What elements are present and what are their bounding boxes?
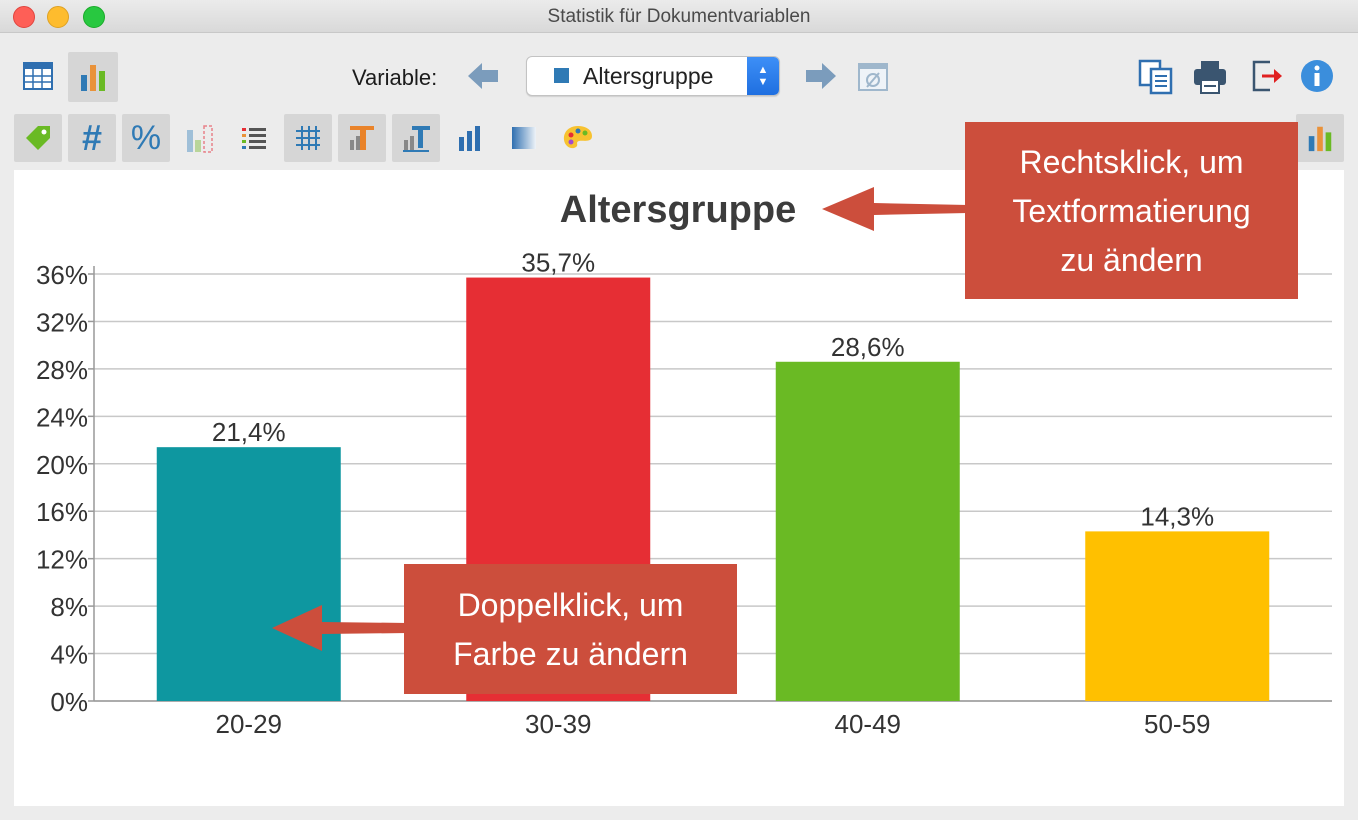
gradient-icon [512, 127, 536, 149]
bar-value-label: 14,3% [1140, 501, 1214, 531]
show-percent-button[interactable]: % [122, 114, 170, 162]
y-tick-label: 36% [36, 260, 88, 290]
gridlines-button[interactable] [284, 114, 332, 162]
table-view-button[interactable] [14, 52, 62, 100]
chevron-up-icon: ▲ [757, 64, 769, 76]
select-stepper-icon[interactable]: ▲ ▼ [747, 57, 779, 95]
palette-icon [563, 126, 592, 149]
x-tick-label: 20-29 [216, 709, 283, 739]
color-palette-button[interactable] [554, 114, 602, 162]
missing-values-button[interactable] [176, 114, 224, 162]
callout-line: Rechtsklick, um [1019, 144, 1244, 180]
title-format-icon [350, 126, 374, 150]
next-variable-icon[interactable] [804, 60, 838, 92]
show-counts-button[interactable]: # [68, 114, 116, 162]
y-tick-label: 28% [36, 355, 88, 385]
print-icon[interactable] [1192, 58, 1228, 96]
bar-value-label: 35,7% [521, 248, 595, 278]
percent-icon: % [130, 118, 162, 157]
list-icon [242, 128, 266, 149]
gradient-button[interactable] [500, 114, 548, 162]
previous-variable-icon[interactable] [466, 60, 500, 92]
variable-label: Variable: [352, 65, 438, 90]
copy-icon[interactable] [1137, 58, 1175, 96]
bar-20-29[interactable] [156, 447, 341, 701]
no-filter-icon[interactable] [857, 60, 889, 92]
export-icon[interactable] [1250, 58, 1284, 94]
title-format-button[interactable] [338, 114, 386, 162]
y-tick-label: 24% [36, 402, 88, 432]
chevron-down-icon: ▼ [757, 76, 769, 88]
x-tick-label: 30-39 [525, 709, 592, 739]
y-tick-label: 0% [50, 687, 88, 717]
y-tick-label: 20% [36, 450, 88, 480]
bar-missing-icon [187, 125, 213, 153]
title-pointer-arrow [822, 187, 968, 231]
right-click-callout: Rechtsklick, um Textformatierung zu ände… [965, 122, 1298, 299]
chart-view-icon [81, 65, 105, 91]
legend-button[interactable] [230, 114, 278, 162]
variable-select-value: Altersgruppe [583, 63, 714, 89]
table-view-icon [23, 62, 53, 90]
y-tick-label: 8% [50, 592, 88, 622]
callout-line: Doppelklick, um [457, 587, 684, 623]
title-bar[interactable]: Statistik für Dokumentvariablen [0, 0, 1358, 33]
bar-value-label: 21,4% [212, 417, 286, 447]
info-icon[interactable] [1300, 59, 1334, 93]
callout-line: zu ändern [1060, 242, 1203, 278]
hash-icon: # [81, 117, 103, 158]
y-tick-label: 32% [36, 307, 88, 337]
x-tick-label: 40-49 [835, 709, 902, 739]
grid-icon [296, 126, 320, 150]
x-tick-label: 50-59 [1144, 709, 1211, 739]
chart-view-icon [1308, 126, 1332, 152]
y-tick-label: 4% [50, 640, 88, 670]
label-format-icon [403, 126, 430, 152]
variable-color-swatch [554, 68, 569, 83]
value-labels-button[interactable] [14, 114, 62, 162]
window-title: Statistik für Dokumentvariablen [547, 6, 811, 27]
chart-type-button[interactable] [446, 114, 494, 162]
double-click-callout: Doppelklick, um Farbe zu ändern [404, 564, 737, 694]
chart-options-button[interactable] [1296, 114, 1344, 162]
bar-40-49[interactable] [775, 361, 960, 701]
callout-line: Textformatierung [1012, 193, 1251, 229]
tag-icon [26, 126, 50, 150]
y-tick-label: 16% [36, 497, 88, 527]
callout-line: Farbe zu ändern [453, 636, 688, 672]
bar-50-59[interactable] [1085, 531, 1270, 701]
bar-value-label: 28,6% [831, 332, 905, 362]
variable-select[interactable]: Altersgruppe ▲ ▼ [526, 56, 780, 96]
bar-pointer-arrow [272, 605, 408, 651]
chart-title[interactable]: Altersgruppe [560, 189, 796, 231]
label-format-button[interactable] [392, 114, 440, 162]
statistics-window: Statistik für Dokumentvariablen Variable… [0, 0, 1358, 820]
chart-view-button[interactable] [68, 52, 118, 102]
bar-chart-icon [459, 126, 480, 151]
y-tick-label: 12% [36, 545, 88, 575]
